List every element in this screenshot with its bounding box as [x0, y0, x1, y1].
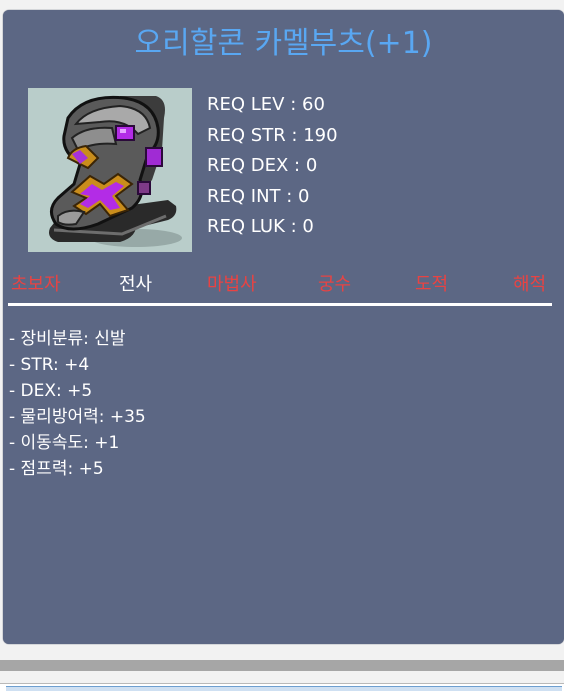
separator-bar [0, 660, 564, 671]
stat-defense: - 물리방어력: +35 [9, 407, 146, 427]
job-pirate: 해적 [513, 274, 547, 295]
req-int: REQ INT : 0 [207, 185, 310, 207]
stat-equip-type: - 장비분류: 신발 [9, 329, 126, 349]
job-warrior: 전사 [119, 274, 153, 295]
item-stats-list: - 장비분류: 신발 - STR: +4 - DEX: +5 - 물리방어력: … [9, 326, 146, 482]
stat-jump: - 점프력: +5 [9, 459, 104, 479]
req-level: REQ LEV : 60 [207, 94, 325, 115]
stat-dex: - DEX: +5 [9, 381, 93, 401]
item-name: 오리할콘 카멜부츠(+1) [134, 26, 433, 61]
job-archer: 궁수 [318, 274, 352, 295]
stat-str: - STR: +4 [9, 355, 90, 375]
job-magician: 마법사 [207, 274, 257, 295]
divider [8, 303, 552, 306]
requirements-list: REQ LEV : 60 REQ STR : 190 REQ DEX : 0 R… [207, 90, 338, 243]
req-str: REQ STR : 190 [207, 124, 338, 146]
req-dex: REQ DEX : 0 [207, 155, 318, 176]
bottom-input-edge[interactable] [6, 686, 562, 691]
req-luk: REQ LUK : 0 [207, 216, 314, 237]
stat-speed: - 이동속도: +1 [9, 433, 120, 453]
job-beginner: 초보자 [11, 274, 61, 295]
item-tooltip-card: 오리할콘 카멜부츠(+1) REQ LEV: 60 REQ STR: 190… [3, 10, 564, 644]
job-thief: 도적 [415, 274, 449, 295]
camel-boots-icon [28, 88, 192, 252]
job-row: 초보자 전사 마법사 궁수 도적 해적 [3, 270, 564, 296]
